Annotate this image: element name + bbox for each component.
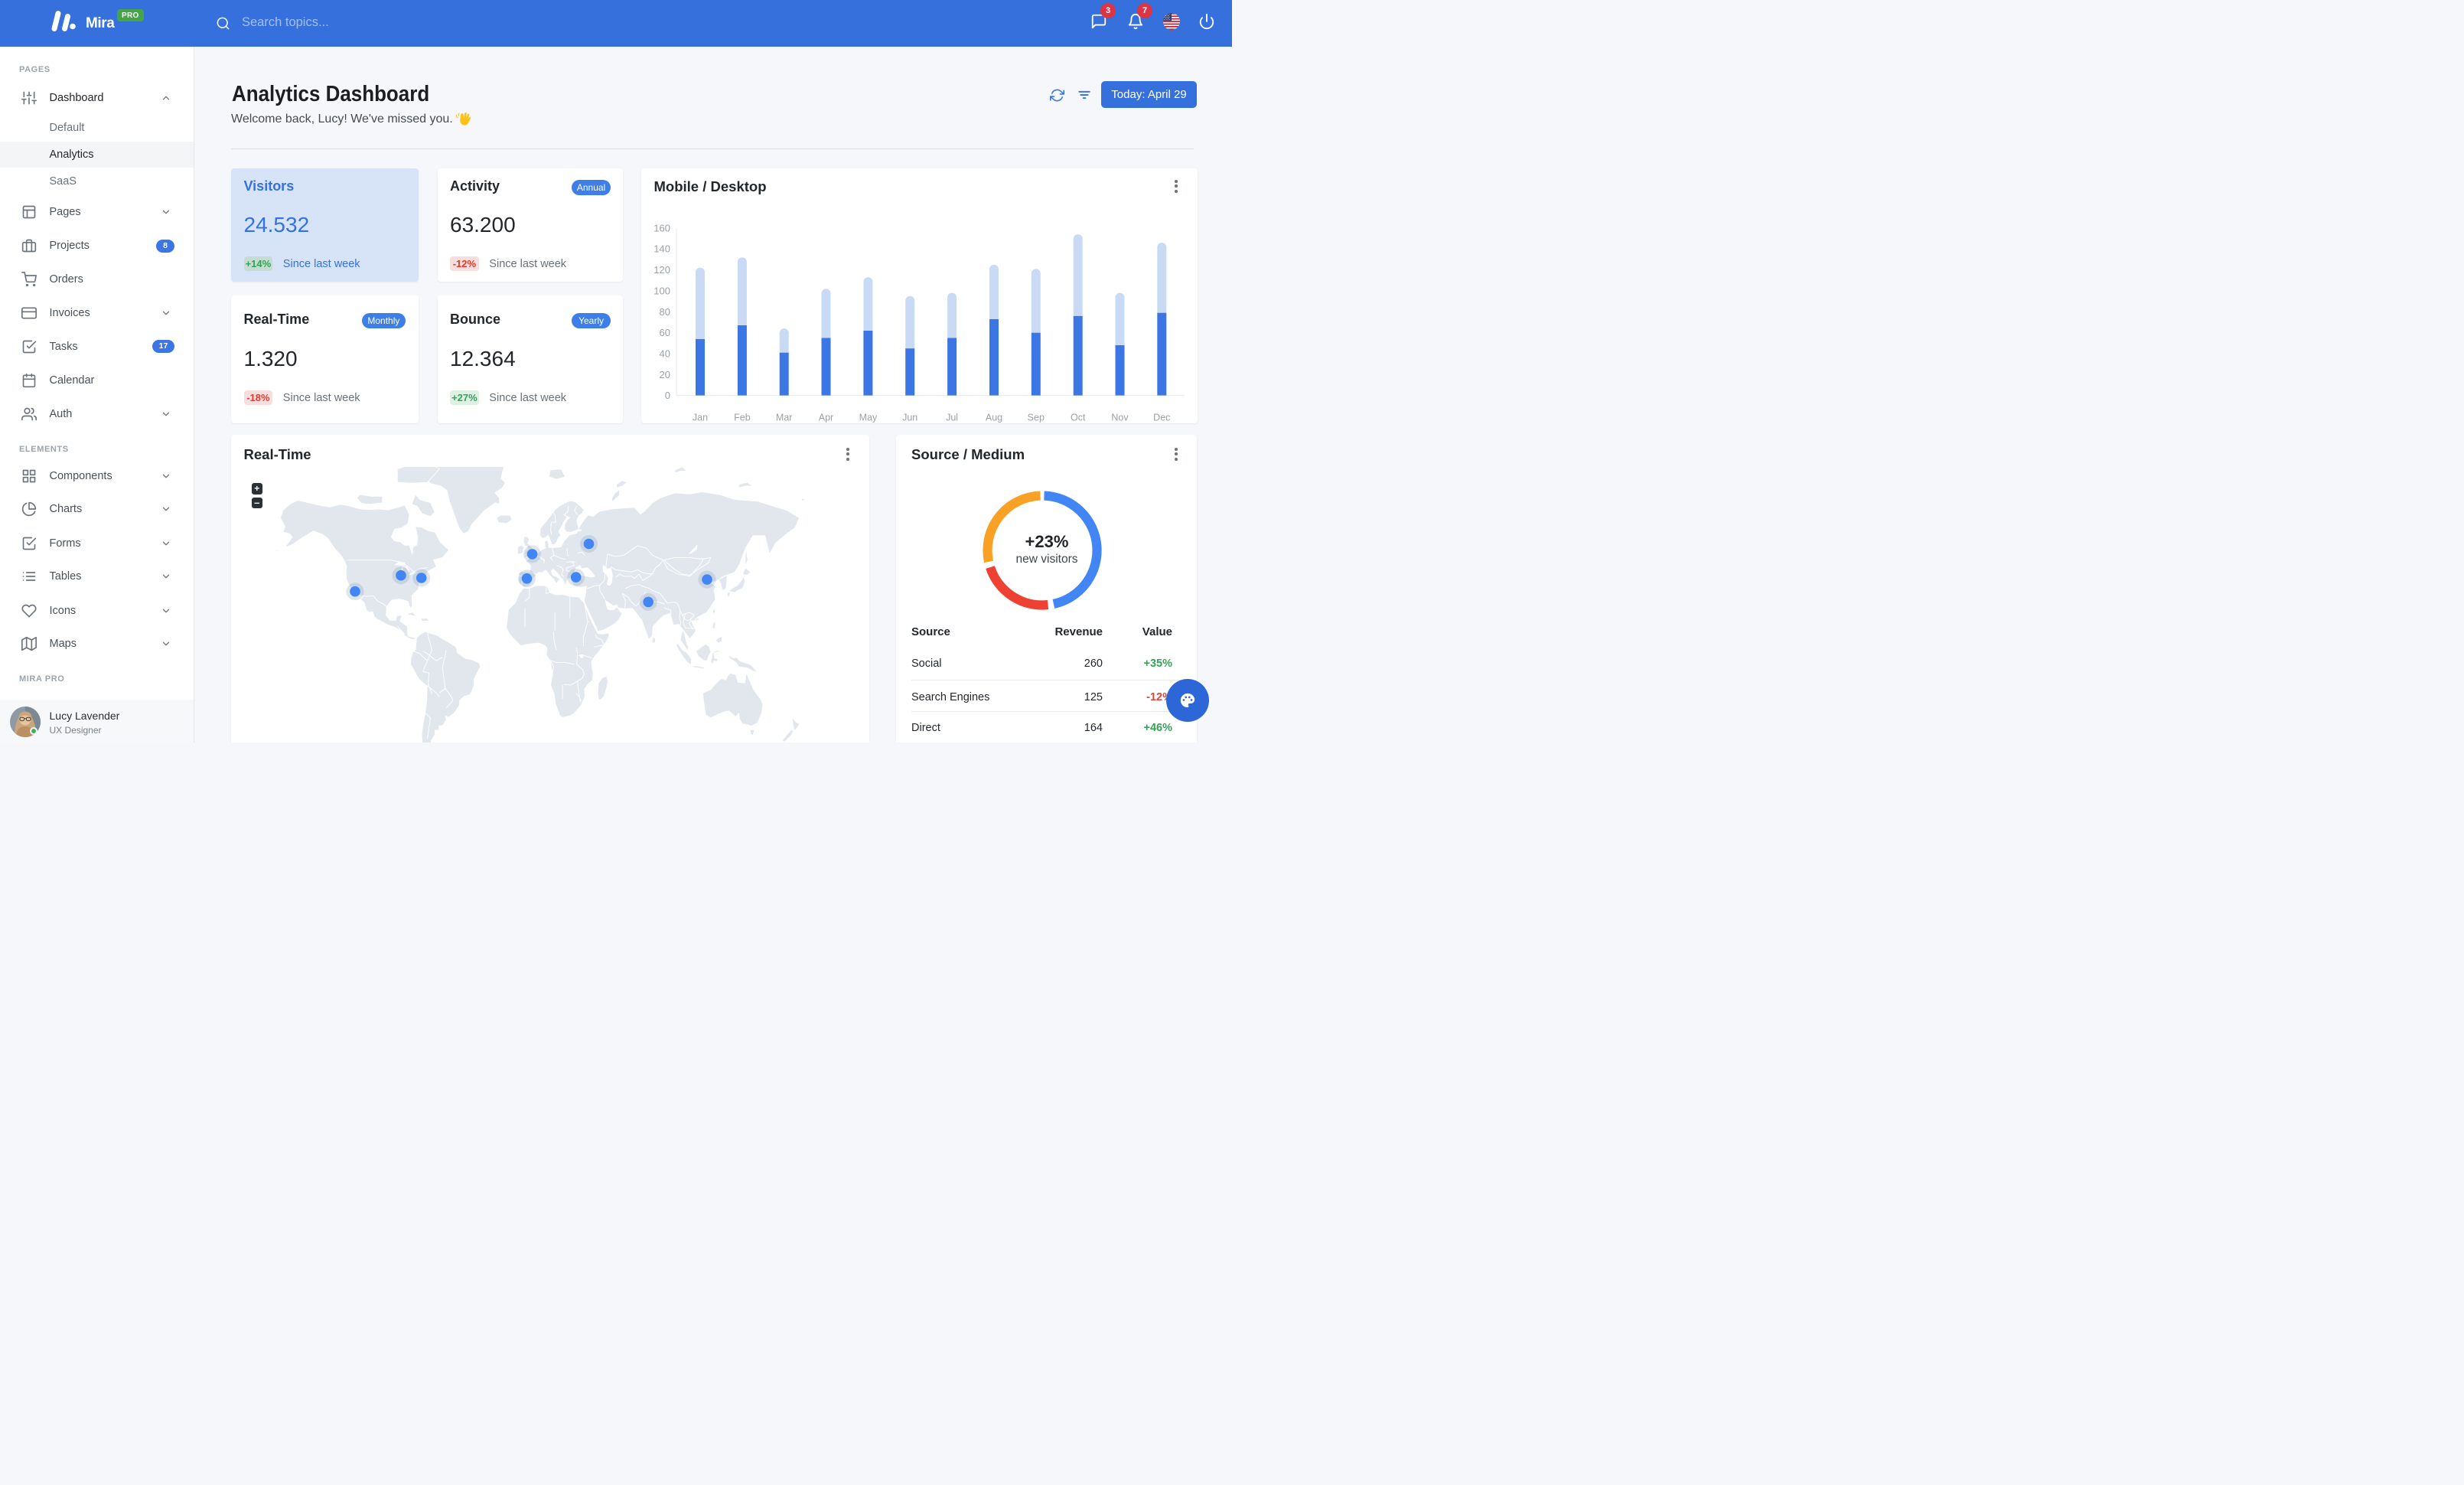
svg-text:120: 120 [653,264,670,276]
svg-text:Jan: Jan [693,412,708,423]
svg-text:80: 80 [660,305,670,317]
svg-text:Dec: Dec [1153,412,1170,423]
svg-text:Jul: Jul [946,412,958,423]
svg-text:Oct: Oct [1071,412,1086,423]
svg-text:Aug: Aug [986,412,1002,423]
svg-text:60: 60 [660,327,670,338]
svg-text:Feb: Feb [734,412,751,423]
svg-text:40: 40 [660,348,670,359]
svg-text:Sep: Sep [1028,412,1045,423]
svg-text:Mar: Mar [776,412,793,423]
svg-text:Apr: Apr [819,412,833,423]
svg-text:140: 140 [653,243,670,254]
svg-text:100: 100 [653,285,670,296]
svg-text:Nov: Nov [1111,412,1129,423]
svg-text:0: 0 [665,390,670,401]
svg-text:20: 20 [660,368,670,380]
svg-text:May: May [859,412,878,423]
svg-text:Jun: Jun [902,412,917,423]
svg-text:160: 160 [653,222,670,233]
